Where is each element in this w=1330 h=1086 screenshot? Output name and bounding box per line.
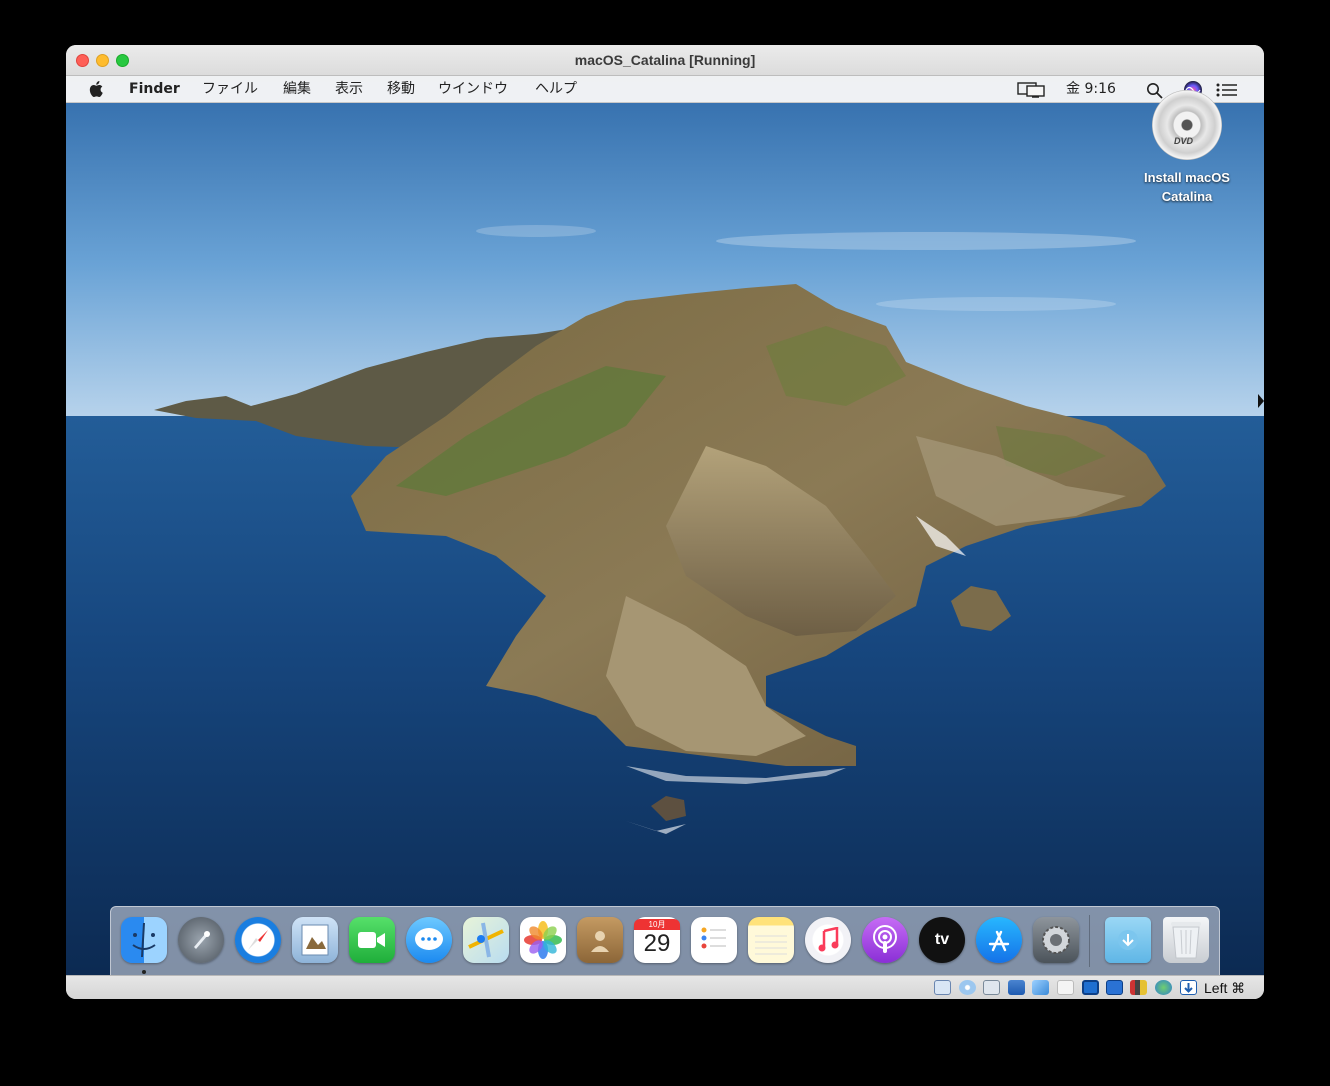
dvd-badge: DVD xyxy=(1174,136,1194,146)
network-icon[interactable] xyxy=(1008,980,1025,995)
desktop-icon-label-line1: Install macOS xyxy=(1144,170,1230,185)
macos-menubar: Finder ファイル 編集 表示 移動 ウインドウ ヘルプ 金 9:16 xyxy=(66,76,1264,103)
system-preferences-icon[interactable] xyxy=(1033,917,1079,963)
menu-help[interactable]: ヘルプ xyxy=(535,81,577,97)
mouse-integration-icon[interactable] xyxy=(1155,980,1172,995)
virtualbox-status-bar: Left ⌘ xyxy=(66,975,1264,999)
app-store-icon[interactable] xyxy=(976,917,1022,963)
maps-icon[interactable] xyxy=(463,917,509,963)
menu-file[interactable]: ファイル xyxy=(202,81,258,97)
desktop-icon-label: Install macOS Catalina xyxy=(1132,168,1242,206)
music-icon[interactable] xyxy=(805,917,851,963)
tv-label: tv xyxy=(934,931,950,948)
menu-window[interactable]: ウインドウ xyxy=(438,81,508,97)
calendar-icon[interactable]: 10月 29 xyxy=(634,917,680,963)
menu-view[interactable]: 表示 xyxy=(335,81,363,97)
notes-icon[interactable] xyxy=(748,917,794,963)
calendar-day: 29 xyxy=(643,930,671,957)
desktop-icon-label-line2: Catalina xyxy=(1161,189,1213,204)
window-title: macOS_Catalina [Running] xyxy=(574,52,756,68)
finder-icon[interactable] xyxy=(121,917,167,963)
preview-icon[interactable] xyxy=(292,917,338,963)
dock: 10月 29 tv xyxy=(110,906,1220,975)
dvd-disc-icon: DVD xyxy=(1152,90,1222,160)
tv-icon[interactable]: tv xyxy=(919,917,965,963)
usb-icon[interactable] xyxy=(1032,980,1049,995)
dock-separator xyxy=(1089,915,1090,967)
facetime-icon[interactable] xyxy=(349,917,395,963)
reminders-icon[interactable] xyxy=(691,917,737,963)
shared-folders-icon[interactable] xyxy=(1057,980,1074,995)
optical-drive-icon[interactable] xyxy=(959,980,976,995)
photos-icon[interactable] xyxy=(520,917,566,963)
hard-disk-icon[interactable] xyxy=(934,980,951,995)
finder-running-indicator xyxy=(142,970,146,974)
display-icon[interactable] xyxy=(1082,980,1099,995)
catalina-wallpaper xyxy=(66,76,1264,975)
menu-edit[interactable]: 編集 xyxy=(283,81,311,97)
menubar-clock[interactable]: 金 9:16 xyxy=(1066,81,1116,97)
keyboard-capture-icon[interactable] xyxy=(1180,980,1197,995)
desktop-icon-install-macos[interactable]: DVD Install macOS Catalina xyxy=(1132,90,1242,206)
trash-icon[interactable] xyxy=(1163,917,1209,963)
safari-icon[interactable] xyxy=(235,917,281,963)
apple-menu-icon[interactable] xyxy=(89,79,105,99)
virtualbox-window: macOS_Catalina [Running] Finder ファイル 編集 … xyxy=(66,45,1264,999)
menu-go[interactable]: 移動 xyxy=(387,81,415,97)
audio-icon[interactable] xyxy=(983,980,1000,995)
host-key-label: Left ⌘ xyxy=(1204,980,1246,996)
display-mirroring-icon[interactable] xyxy=(1017,82,1046,98)
calendar-month: 10月 xyxy=(634,919,680,930)
virtualization-icon[interactable] xyxy=(1130,980,1147,995)
guest-screen[interactable]: Finder ファイル 編集 表示 移動 ウインドウ ヘルプ 金 9:16 DV… xyxy=(66,76,1264,975)
contacts-icon[interactable] xyxy=(577,917,623,963)
downloads-folder-icon[interactable] xyxy=(1105,917,1151,963)
launchpad-icon[interactable] xyxy=(178,917,224,963)
recording-icon[interactable] xyxy=(1106,980,1123,995)
messages-icon[interactable] xyxy=(406,917,452,963)
podcasts-icon[interactable] xyxy=(862,917,908,963)
pointer-cursor xyxy=(1258,394,1264,408)
title-bar[interactable]: macOS_Catalina [Running] xyxy=(66,45,1264,76)
menu-finder[interactable]: Finder xyxy=(129,81,180,97)
